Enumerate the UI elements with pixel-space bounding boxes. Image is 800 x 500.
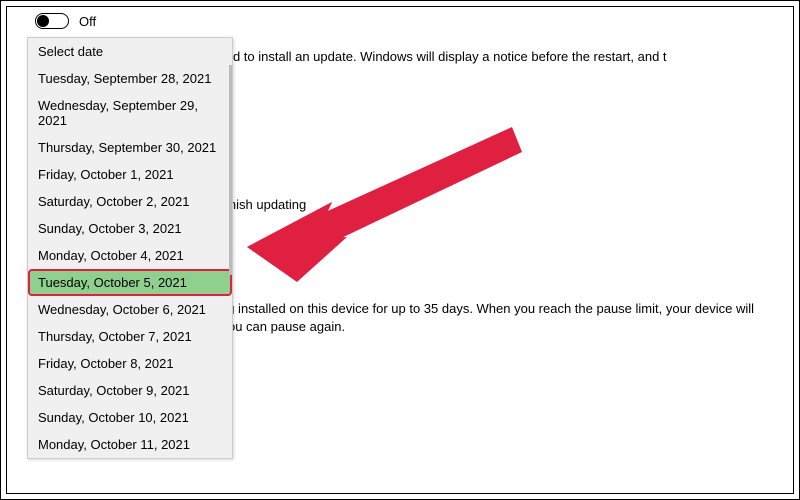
date-option[interactable]: Wednesday, September 29, 2021 [28,92,232,134]
date-option[interactable]: Saturday, October 9, 2021 [28,377,232,404]
date-option[interactable]: Monday, October 11, 2021 [28,431,232,458]
date-option[interactable]: Monday, October 4, 2021 [28,242,232,269]
date-option[interactable]: Sunday, October 10, 2021 [28,404,232,431]
dropdown-header: Select date [28,38,232,65]
date-option[interactable]: Saturday, October 2, 2021 [28,188,232,215]
date-option[interactable]: Tuesday, September 28, 2021 [28,65,232,92]
toggle-knob [37,15,49,27]
date-option[interactable]: Wednesday, October 6, 2021 [28,296,232,323]
date-option[interactable]: Thursday, October 7, 2021 [28,323,232,350]
date-option-highlighted[interactable]: Tuesday, October 5, 2021 [28,269,232,296]
date-option[interactable]: Friday, October 1, 2021 [28,161,232,188]
date-option[interactable]: Sunday, October 3, 2021 [28,215,232,242]
date-option[interactable]: Friday, October 8, 2021 [28,350,232,377]
select-date-dropdown[interactable]: Select date Tuesday, September 28, 2021 … [27,37,233,459]
toggle-switch[interactable] [35,13,69,29]
dropdown-list: Tuesday, September 28, 2021 Wednesday, S… [28,65,232,458]
date-option[interactable]: Thursday, September 30, 2021 [28,134,232,161]
dropdown-scrollbar[interactable] [229,65,232,275]
toggle-label: Off [79,14,96,29]
